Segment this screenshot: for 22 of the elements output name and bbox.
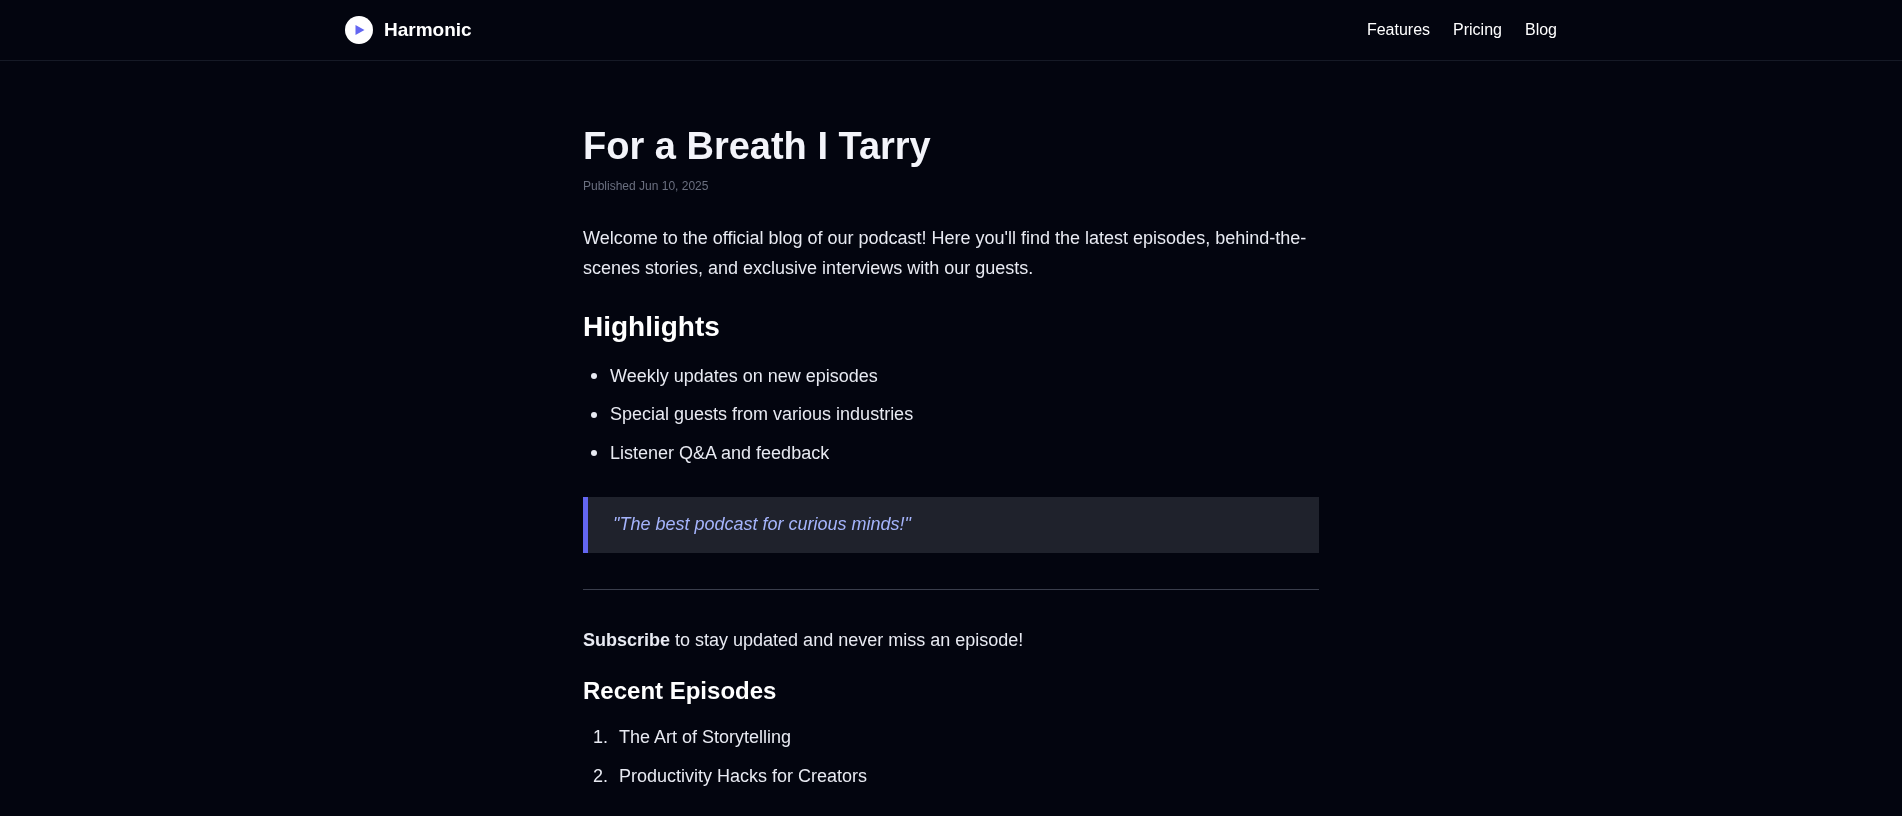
quote-text: "The best podcast for curious minds!" xyxy=(613,514,911,535)
play-logo-icon xyxy=(345,16,373,44)
article-title: For a Breath I Tarry xyxy=(583,124,932,169)
nav-link[interactable]: Features xyxy=(1366,21,1431,39)
list-number: 1. xyxy=(592,727,609,749)
list-item: Listener Q&A and feedback xyxy=(610,442,830,464)
list-item: Weekly updates on new episodes xyxy=(610,365,878,387)
bullet-icon xyxy=(591,373,597,380)
bullet-icon xyxy=(591,450,597,457)
bullet-icon xyxy=(591,411,597,418)
subscribe-text: Subscribe to stay updated and never miss an episode! xyxy=(583,629,1025,651)
episode-title: Productivity Hacks for Creators xyxy=(619,765,868,787)
intro-paragraph: Welcome to the official blog of our podcast! Here you'll find the latest episodes, behind-the-scenes stories, and exclusive interviews with our guests. xyxy=(583,227,1308,280)
nav-link[interactable]: Pricing xyxy=(1453,21,1502,39)
nav-link[interactable]: Blog xyxy=(1524,21,1557,39)
section-heading: Recent Episodes xyxy=(583,675,778,706)
brand-name: Harmonic xyxy=(384,19,472,41)
publish-date: Published Jun 10, 2025 xyxy=(583,179,710,193)
episode-title: The Art of Storytelling xyxy=(619,727,792,749)
section-heading: Highlights xyxy=(583,310,721,344)
list-number: 2. xyxy=(592,765,609,787)
list-item: Special guests from various industries xyxy=(610,404,914,426)
